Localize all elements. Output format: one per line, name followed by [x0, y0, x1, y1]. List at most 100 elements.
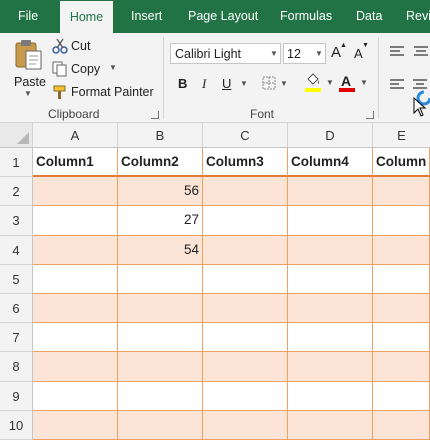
row-header[interactable]: 7: [0, 323, 33, 353]
table-cell[interactable]: [203, 410, 288, 440]
cut-label: Cut: [71, 39, 91, 53]
table-cell[interactable]: 56: [118, 177, 203, 207]
borders-icon: [262, 76, 276, 90]
table-cell[interactable]: [118, 381, 203, 411]
row-header[interactable]: 3: [0, 206, 33, 236]
table-cell[interactable]: [288, 264, 373, 294]
tab-review[interactable]: Revi: [406, 0, 430, 33]
row-header[interactable]: 4: [0, 235, 33, 265]
font-size-dropdown[interactable]: 12 ▼: [283, 43, 326, 64]
table-cell[interactable]: [288, 177, 373, 207]
chevron-down-icon: ▼: [270, 49, 278, 58]
font-color-button[interactable]: A ▼: [338, 73, 370, 95]
table-cell[interactable]: [203, 352, 288, 382]
column-header-d[interactable]: D: [288, 123, 373, 148]
table-cell[interactable]: [288, 235, 373, 265]
chevron-down-icon: ▼: [280, 79, 288, 88]
copy-icon: [52, 61, 67, 77]
decrease-font-size-button[interactable]: A ▼: [353, 42, 369, 63]
row-header[interactable]: 2: [0, 177, 33, 207]
table-header-cell[interactable]: Column1: [33, 148, 118, 178]
table-cell[interactable]: [203, 235, 288, 265]
table-cell[interactable]: [373, 206, 430, 236]
select-all-corner[interactable]: [0, 123, 33, 148]
tab-file[interactable]: File: [18, 0, 38, 33]
table-cell[interactable]: [203, 264, 288, 294]
table-cell[interactable]: [203, 381, 288, 411]
fill-color-button[interactable]: ▼: [304, 73, 336, 95]
table-cell[interactable]: [373, 177, 430, 207]
table-cell[interactable]: [203, 294, 288, 324]
table-cell[interactable]: [373, 381, 430, 411]
table-cell[interactable]: [288, 352, 373, 382]
font-dialog-launcher-icon[interactable]: [366, 111, 374, 119]
table-header-cell[interactable]: Column3: [203, 148, 288, 178]
table-cell[interactable]: [33, 235, 118, 265]
cut-button[interactable]: Cut: [52, 37, 102, 55]
table-cell[interactable]: [373, 235, 430, 265]
table-header-cell[interactable]: Column: [373, 148, 430, 178]
table-cell[interactable]: [118, 352, 203, 382]
column-header-e[interactable]: E: [373, 123, 430, 148]
table-cell[interactable]: 54: [118, 235, 203, 265]
bold-button[interactable]: B: [178, 76, 187, 91]
table-cell[interactable]: [33, 177, 118, 207]
row-header[interactable]: 6: [0, 294, 33, 324]
table-cell[interactable]: 27: [118, 206, 203, 236]
table-cell[interactable]: [288, 294, 373, 324]
table-cell[interactable]: [33, 264, 118, 294]
table-cell[interactable]: [33, 206, 118, 236]
row-header[interactable]: 9: [0, 381, 33, 411]
copy-button[interactable]: Copy ▼: [52, 60, 122, 78]
align-left-icon[interactable]: [390, 78, 404, 90]
column-header-a[interactable]: A: [33, 123, 118, 148]
borders-button[interactable]: ▼: [260, 75, 290, 93]
table-cell[interactable]: [373, 323, 430, 353]
table-header-cell[interactable]: Column4: [288, 148, 373, 178]
format-painter-button[interactable]: Format Painter: [52, 83, 154, 101]
table-cell[interactable]: [118, 294, 203, 324]
increase-font-size-button[interactable]: A ▲: [330, 42, 347, 63]
paste-button[interactable]: Paste ▼: [10, 37, 48, 99]
table-cell[interactable]: [33, 410, 118, 440]
tab-page-layout[interactable]: Page Layout: [188, 0, 258, 33]
table-cell[interactable]: [288, 381, 373, 411]
tab-insert[interactable]: Insert: [131, 0, 162, 33]
table-cell[interactable]: [373, 352, 430, 382]
font-name-dropdown[interactable]: Calibri Light ▼: [170, 43, 281, 64]
tab-data[interactable]: Data: [356, 0, 382, 33]
table-cell[interactable]: [118, 323, 203, 353]
table-cell[interactable]: [33, 294, 118, 324]
clipboard-dialog-launcher-icon[interactable]: [151, 111, 159, 119]
align-top-icon[interactable]: [390, 45, 404, 57]
underline-button[interactable]: U: [222, 76, 231, 91]
table-cell[interactable]: [373, 294, 430, 324]
table-cell[interactable]: [33, 352, 118, 382]
table-cell[interactable]: [118, 410, 203, 440]
row-header[interactable]: 10: [0, 410, 33, 440]
align-center-icon[interactable]: [413, 78, 427, 90]
table-cell[interactable]: [373, 264, 430, 294]
table-cell[interactable]: [33, 381, 118, 411]
table-cell[interactable]: [288, 410, 373, 440]
chevron-down-icon: ▼: [109, 63, 117, 72]
table-cell[interactable]: [373, 410, 430, 440]
table-cell[interactable]: [203, 206, 288, 236]
table-cell[interactable]: [203, 177, 288, 207]
tab-home[interactable]: Home: [60, 1, 113, 33]
column-header-c[interactable]: C: [203, 123, 288, 148]
table-cell[interactable]: [33, 323, 118, 353]
row-header[interactable]: 1: [0, 148, 33, 178]
align-middle-icon[interactable]: [414, 45, 428, 57]
font-size-value: 12: [287, 47, 301, 61]
column-header-b[interactable]: B: [118, 123, 203, 148]
table-cell[interactable]: [118, 264, 203, 294]
table-cell[interactable]: [203, 323, 288, 353]
italic-button[interactable]: I: [202, 76, 206, 92]
table-header-cell[interactable]: Column2: [118, 148, 203, 178]
table-cell[interactable]: [288, 206, 373, 236]
table-cell[interactable]: [288, 323, 373, 353]
row-header[interactable]: 5: [0, 264, 33, 294]
row-header[interactable]: 8: [0, 352, 33, 382]
tab-formulas[interactable]: Formulas: [280, 0, 332, 33]
